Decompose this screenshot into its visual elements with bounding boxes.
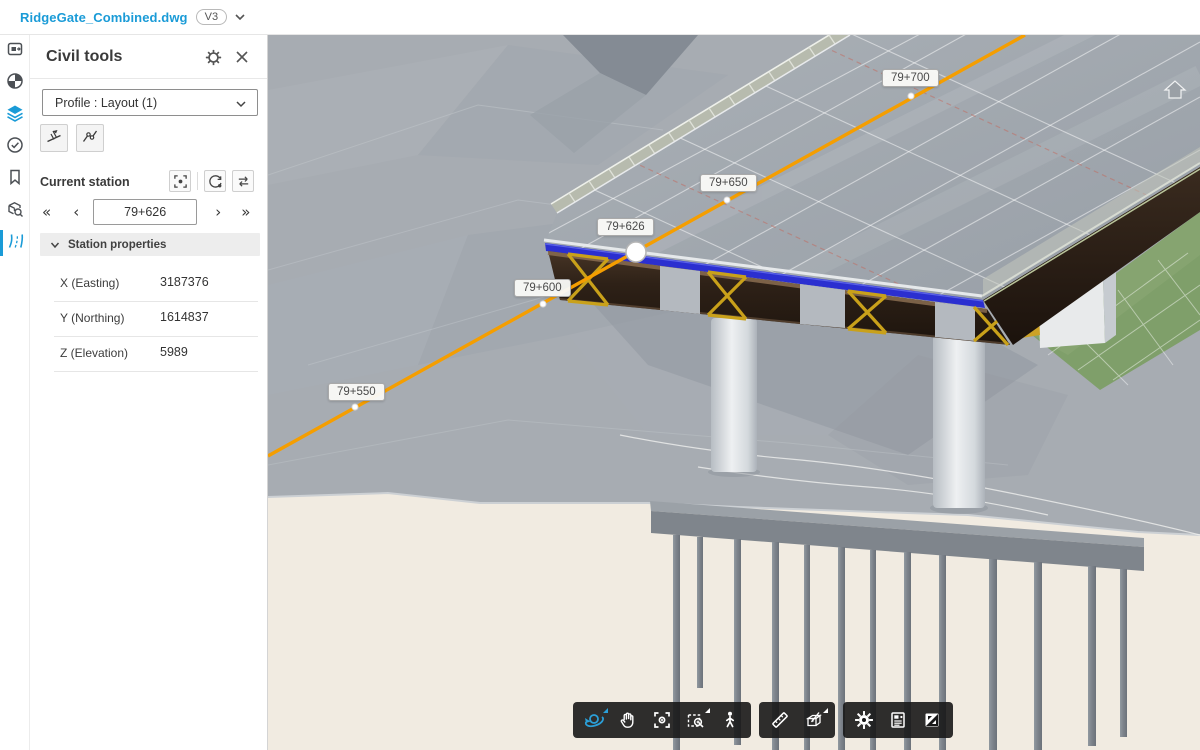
- properties-button[interactable]: [881, 703, 915, 737]
- viewer-toolbar: [573, 702, 953, 738]
- fullscreen-icon: [922, 710, 942, 730]
- views-icon: [6, 40, 24, 63]
- focus-station-button[interactable]: [169, 170, 191, 192]
- section-box-icon: [804, 710, 824, 730]
- property-label: Y (Northing): [60, 311, 124, 325]
- divider: [30, 78, 267, 79]
- pan-hand-icon: [618, 710, 638, 730]
- sidebar-item-appearance[interactable]: [0, 67, 30, 99]
- property-label: Z (Elevation): [60, 346, 128, 360]
- version-badge[interactable]: V3: [196, 9, 227, 25]
- civil-tools-panel: Civil tools Profile : Layout (1): [30, 35, 268, 750]
- navigation-tool-group: [573, 702, 751, 738]
- station-label-79-600: 79+600: [514, 279, 571, 297]
- alignment-station-tool-button[interactable]: [40, 124, 68, 152]
- station-label-79-626: 79+626: [597, 218, 654, 236]
- document-title: RidgeGate_Combined.dwg: [20, 10, 188, 25]
- sidebar-item-bookmarks[interactable]: [0, 163, 30, 195]
- station-navigation: « ‹ › »: [30, 198, 268, 226]
- fit-to-view-button[interactable]: [645, 703, 679, 737]
- measure-button[interactable]: [763, 703, 797, 737]
- chevron-down-icon: [235, 98, 247, 110]
- orbit-follow-icon: [208, 174, 223, 189]
- next-station-button[interactable]: ›: [211, 203, 225, 222]
- civil-tools-icon: [6, 232, 24, 255]
- left-icon-rail: [0, 35, 30, 750]
- sidebar-item-civil-tools[interactable]: [0, 227, 30, 259]
- station-label-79-550: 79+550: [328, 383, 385, 401]
- civil-tool-buttons: [40, 124, 104, 152]
- flyout-indicator: [603, 708, 608, 713]
- panel-header: Civil tools: [30, 35, 267, 78]
- sidebar-item-model-search[interactable]: [0, 195, 30, 227]
- previous-station-button[interactable]: ‹: [69, 203, 83, 222]
- first-person-icon: [720, 710, 740, 730]
- chevron-down-icon: [50, 240, 60, 250]
- sidebar-item-checklist[interactable]: [0, 131, 30, 163]
- settings-gear-button[interactable]: [201, 45, 225, 69]
- station-label-79-650: 79+650: [700, 174, 757, 192]
- alignment-station-tool-icon: [45, 127, 63, 150]
- property-row-northing: Y (Northing) 1614837: [30, 301, 268, 336]
- viewport-3d[interactable]: 79+550 79+600 79+626 79+650 79+700: [268, 35, 1200, 750]
- section-button[interactable]: [797, 703, 831, 737]
- settings-gear-icon: [854, 710, 874, 730]
- fit-to-view-icon: [652, 710, 672, 730]
- zoom-window-icon: [686, 710, 706, 730]
- property-label: X (Easting): [60, 276, 119, 290]
- measure-tool-group: [759, 702, 835, 738]
- layers-icon: [6, 104, 24, 127]
- settings-tool-group: [843, 702, 953, 738]
- pan-button[interactable]: [611, 703, 645, 737]
- flyout-indicator: [705, 708, 710, 713]
- application-window: RidgeGate_Combined.dwg V3: [0, 0, 1200, 750]
- focus-station-icon: [173, 174, 188, 189]
- station-label-79-700: 79+700: [882, 69, 939, 87]
- property-value: 3187376: [160, 275, 209, 289]
- first-person-button[interactable]: [713, 703, 747, 737]
- zoom-window-button[interactable]: [679, 703, 713, 737]
- property-value: 5989: [160, 345, 188, 359]
- swap-direction-icon: [236, 174, 251, 189]
- divider: [197, 172, 198, 190]
- first-station-button[interactable]: «: [38, 203, 55, 222]
- properties-panel-icon: [888, 710, 908, 730]
- bookmark-icon: [6, 168, 24, 191]
- current-station-row: Current station: [40, 170, 258, 194]
- measure-ruler-icon: [770, 710, 790, 730]
- swap-direction-button[interactable]: [232, 170, 254, 192]
- divider: [54, 371, 258, 372]
- flyout-indicator: [823, 708, 828, 713]
- orbit-follow-button[interactable]: [204, 170, 226, 192]
- settings-button[interactable]: [847, 703, 881, 737]
- check-circle-icon: [6, 136, 24, 159]
- profile-point-tool-icon: [81, 127, 99, 150]
- close-panel-button[interactable]: [230, 45, 254, 69]
- top-bar: RidgeGate_Combined.dwg V3: [0, 0, 1200, 35]
- property-row-elevation: Z (Elevation) 5989: [30, 336, 268, 371]
- fullscreen-button[interactable]: [915, 703, 949, 737]
- sidebar-item-views[interactable]: [0, 35, 30, 67]
- profile-dropdown[interactable]: Profile : Layout (1): [42, 89, 258, 116]
- station-properties-header[interactable]: Station properties: [40, 233, 260, 256]
- current-station-marker[interactable]: [626, 242, 646, 262]
- chevron-down-icon[interactable]: [234, 8, 246, 26]
- orbit-button[interactable]: [577, 703, 611, 737]
- station-properties-title: Station properties: [68, 239, 166, 251]
- model-search-icon: [6, 200, 24, 223]
- property-row-easting: X (Easting) 3187376: [30, 266, 268, 301]
- sidebar-item-layers[interactable]: [0, 99, 30, 131]
- appearance-icon: [6, 72, 24, 95]
- panel-title: Civil tools: [46, 48, 122, 66]
- current-station-label: Current station: [40, 175, 130, 189]
- orbit-icon: [583, 709, 605, 731]
- profile-point-tool-button[interactable]: [76, 124, 104, 152]
- profile-dropdown-value: Profile : Layout (1): [55, 96, 157, 110]
- viewport-3d-scene[interactable]: [268, 35, 1200, 750]
- station-input[interactable]: [93, 199, 197, 225]
- property-value: 1614837: [160, 310, 209, 324]
- last-station-button[interactable]: »: [237, 203, 254, 222]
